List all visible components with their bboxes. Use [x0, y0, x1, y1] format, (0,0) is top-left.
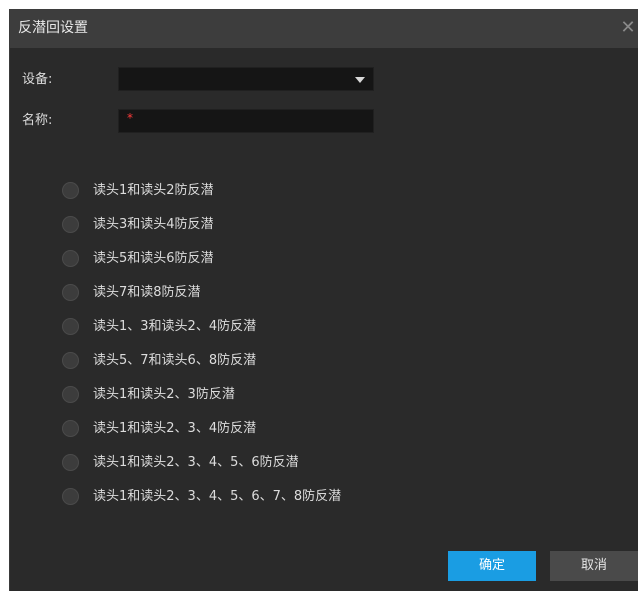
name-label: 名称: [22, 113, 53, 128]
cancel-button[interactable]: 取消 [550, 551, 638, 581]
device-label: 设备: [22, 72, 53, 87]
option-label: 读头1和读头2、3、4、5、6、7、8防反潜 [93, 489, 342, 504]
radio-button[interactable] [62, 420, 79, 437]
radio-button[interactable] [62, 318, 79, 335]
chevron-down-icon [355, 77, 365, 83]
device-select[interactable] [118, 67, 374, 91]
anti-passback-dialog: 反潜回设置 ✕ 设备: 名称: * 读头1和读头2防反潜 读头3和读头4防反潜 … [9, 9, 638, 591]
dialog-title: 反潜回设置 [18, 20, 88, 36]
option-label: 读头1和读头2、3、4、5、6防反潜 [93, 455, 299, 470]
radio-button[interactable] [62, 216, 79, 233]
dialog-titlebar: 反潜回设置 ✕ [10, 9, 638, 48]
name-input[interactable]: * [118, 109, 374, 133]
radio-button[interactable] [62, 488, 79, 505]
option-label: 读头7和读8防反潜 [93, 285, 201, 300]
radio-button[interactable] [62, 284, 79, 301]
option-label: 读头1、3和读头2、4防反潜 [93, 319, 257, 334]
confirm-button[interactable]: 确定 [448, 551, 536, 581]
option-label: 读头3和读头4防反潜 [93, 217, 214, 232]
radio-button[interactable] [62, 386, 79, 403]
radio-button[interactable] [62, 182, 79, 199]
radio-button[interactable] [62, 250, 79, 267]
option-label: 读头5和读头6防反潜 [93, 251, 214, 266]
option-label: 读头5、7和读头6、8防反潜 [93, 353, 257, 368]
option-label: 读头1和读头2防反潜 [93, 183, 214, 198]
required-mark: * [127, 111, 133, 125]
close-icon[interactable]: ✕ [617, 17, 638, 39]
radio-button[interactable] [62, 454, 79, 471]
option-label: 读头1和读头2、3防反潜 [93, 387, 235, 402]
radio-button[interactable] [62, 352, 79, 369]
option-label: 读头1和读头2、3、4防反潜 [93, 421, 257, 436]
